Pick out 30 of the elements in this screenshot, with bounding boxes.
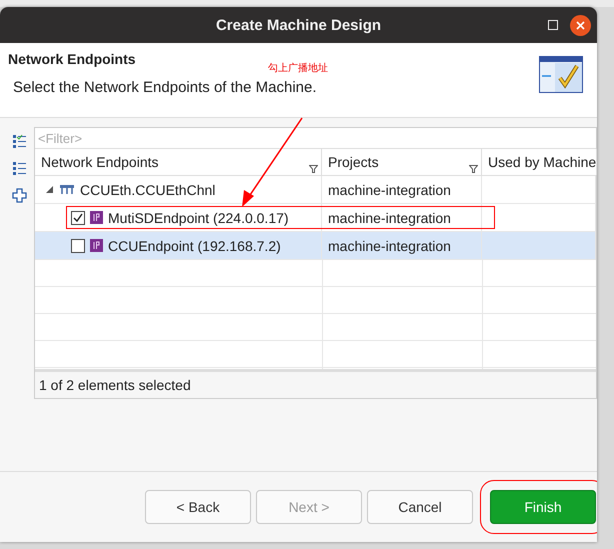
status-text: 1 of 2 elements selected (35, 369, 596, 398)
maximize-icon[interactable] (548, 20, 558, 30)
annotation-text: 勾上广播地址 (268, 62, 328, 75)
filter-icon[interactable] (469, 165, 478, 173)
column-header[interactable]: Used by Machine (482, 149, 597, 175)
window-title: Create Machine Design (216, 16, 382, 34)
ip-icon (90, 239, 103, 252)
plus-icon[interactable] (12, 188, 27, 203)
project-name: machine-integration (328, 238, 451, 254)
checkbox[interactable] (71, 210, 85, 224)
project-name: machine-integration (328, 210, 451, 226)
column-header[interactable]: Projects (322, 149, 482, 175)
wizard-button[interactable]: Cancel (367, 490, 473, 524)
checklist-icon[interactable] (12, 134, 27, 149)
filter-icon[interactable] (309, 165, 318, 173)
ip-icon (90, 211, 103, 224)
expand-arrow-icon[interactable] (45, 185, 54, 194)
window-checkmark-icon (539, 56, 583, 93)
checkbox[interactable] (71, 238, 85, 252)
table-row[interactable]: CCUEndpoint (192.168.7.2) machine-integration (35, 232, 596, 260)
endpoint-name: CCUEth.CCUEthChnl (80, 182, 216, 198)
endpoint-name: CCUEndpoint (192.168.7.2) (108, 238, 281, 254)
page-description: Select the Network Endpoints of the Machine. (13, 79, 318, 96)
endpoint-name: MutiSDEndpoint (224.0.0.17) (108, 210, 289, 226)
project-name: machine-integration (328, 182, 451, 198)
close-icon[interactable] (570, 15, 591, 36)
network-icon (59, 184, 75, 196)
wizard-button[interactable]: < Back (145, 490, 251, 524)
column-header[interactable]: Network Endpoints (35, 149, 322, 175)
list-icon[interactable] (12, 161, 27, 176)
